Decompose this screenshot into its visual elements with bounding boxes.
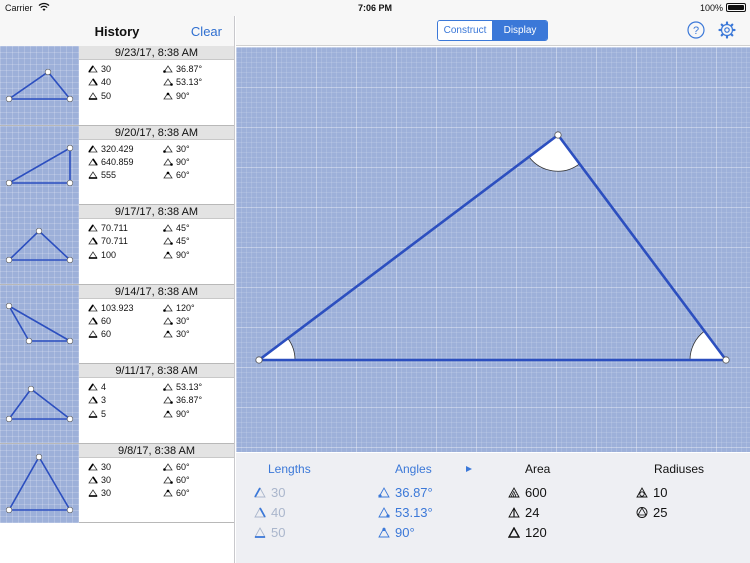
main-area: Construct Display ? Lengths Angles Area … <box>236 16 750 563</box>
triangle-thumbnail <box>0 46 79 125</box>
length-c: 555 <box>101 170 117 181</box>
incircle-icon <box>636 487 648 498</box>
vertex-handle <box>554 131 562 139</box>
history-date: 9/8/17, 8:38 AM <box>79 443 234 458</box>
length-value: 50 <box>271 525 286 540</box>
history-row[interactable]: 9/17/17, 8:38 AM 70.711 70.711 100 45° 4… <box>0 205 234 285</box>
history-row[interactable]: 9/23/17, 8:38 AM 30 40 50 36.87° 53.13° … <box>0 46 234 126</box>
length-a: 30 <box>101 461 112 472</box>
measurements-panel: Lengths Angles Area Radiuses 30 40 50 36… <box>236 453 750 563</box>
circumcircle-icon <box>636 507 648 518</box>
triangle-thumbnail <box>0 205 79 284</box>
length-c: 100 <box>101 249 117 260</box>
history-date: 9/20/17, 8:38 AM <box>79 125 234 140</box>
inradius-value: 10 <box>653 485 668 500</box>
length-a: 30 <box>101 64 112 74</box>
history-date: 9/23/17, 8:38 AM <box>79 46 234 60</box>
length-a: 103.923 <box>101 302 134 313</box>
length-a: 70.711 <box>101 223 128 233</box>
play-arrow-icon[interactable] <box>465 465 473 473</box>
angle-b: 60° <box>176 474 190 485</box>
triangle-thumbnail <box>0 364 79 443</box>
history-header: History Clear <box>0 16 234 46</box>
length-b: 640.859 <box>101 156 134 167</box>
angle-b: 30° <box>176 315 190 326</box>
angle-a: 53.13° <box>176 382 203 392</box>
height-triangle-icon <box>508 507 520 518</box>
gear-icon[interactable] <box>718 21 736 39</box>
construction-canvas[interactable] <box>236 47 750 452</box>
status-bar: Carrier 7:06 PM 100% <box>0 0 750 16</box>
triangle-thumbnail <box>0 284 79 364</box>
lengths-header[interactable]: Lengths <box>268 462 311 476</box>
radii-header: Radiuses <box>654 462 705 476</box>
angle-value: 90° <box>395 525 415 540</box>
history-date: 9/14/17, 8:38 AM <box>79 284 234 299</box>
angle-c: 60° <box>176 170 190 181</box>
length-c: 30 <box>101 488 112 499</box>
perimeter-triangle-icon <box>508 527 520 538</box>
angle-b: 90° <box>176 156 190 167</box>
length-value: 40 <box>271 505 286 520</box>
clear-button[interactable]: Clear <box>191 24 222 39</box>
battery-icon <box>726 3 746 12</box>
angle-b: 36.87° <box>176 395 203 406</box>
angle-c: 90° <box>176 408 190 419</box>
history-panel: History Clear 9/23/17, 8:38 AM 30 40 50 … <box>0 16 235 563</box>
angle-a: 45° <box>176 223 190 233</box>
history-date: 9/17/17, 8:38 AM <box>79 205 234 219</box>
triangle-thumbnail <box>0 125 79 205</box>
height-value: 24 <box>525 505 540 520</box>
hatched-triangle-icon <box>508 487 520 498</box>
history-row[interactable]: 9/20/17, 8:38 AM 320.429 640.859 555 30°… <box>0 125 234 205</box>
length-a: 4 <box>101 382 107 392</box>
perimeter-value: 120 <box>525 525 547 540</box>
angle-c: 30° <box>176 329 190 340</box>
length-b: 30 <box>101 474 112 485</box>
area-header: Area <box>525 462 551 476</box>
length-c: 60 <box>101 329 112 340</box>
angle-value: 53.13° <box>395 505 433 520</box>
length-a: 320.429 <box>101 143 134 154</box>
history-date: 9/11/17, 8:38 AM <box>79 364 234 378</box>
battery-percent: 100% <box>699 3 723 13</box>
length-b: 40 <box>101 77 112 88</box>
help-icon[interactable]: ? <box>687 21 705 39</box>
angle-b: 45° <box>176 236 190 247</box>
vertex-handle <box>722 356 730 364</box>
history-row[interactable]: 9/14/17, 8:38 AM 103.923 60 60 120° 30° … <box>0 284 234 364</box>
angle-value: 36.87° <box>395 485 433 500</box>
history-row[interactable]: 9/8/17, 8:38 AM 30 30 30 60° 60° 60° <box>0 443 234 523</box>
history-list[interactable]: 9/23/17, 8:38 AM 30 40 50 36.87° 53.13° … <box>0 46 234 523</box>
history-row[interactable]: 9/11/17, 8:38 AM 4 3 5 53.13° 36.87° 90° <box>0 364 234 444</box>
display-segment[interactable]: Display <box>493 21 547 40</box>
length-c: 5 <box>101 408 107 419</box>
triangle-shape <box>255 133 729 362</box>
length-b: 70.711 <box>101 236 128 247</box>
triangle-thumbnail <box>0 443 79 523</box>
angle-a: 30° <box>176 143 190 154</box>
angle-b: 53.13° <box>176 77 203 88</box>
angle-a: 36.87° <box>176 64 203 74</box>
angle-a: 120° <box>176 302 195 313</box>
angle-a: 60° <box>176 461 190 472</box>
main-toolbar: Construct Display ? <box>236 16 750 46</box>
angles-header[interactable]: Angles <box>395 462 432 476</box>
angle-c: 90° <box>176 90 190 101</box>
vertex-handle <box>255 356 263 364</box>
length-value: 30 <box>271 485 286 500</box>
length-b: 3 <box>101 395 107 406</box>
angle-c: 90° <box>176 249 190 260</box>
mode-segmented-control[interactable]: Construct Display <box>437 20 548 41</box>
clock: 7:06 PM <box>357 3 392 13</box>
circumradius-value: 25 <box>653 505 668 520</box>
length-c: 50 <box>101 90 112 101</box>
construct-segment[interactable]: Construct <box>438 21 493 40</box>
length-b: 60 <box>101 315 112 326</box>
angle-c: 60° <box>176 488 190 499</box>
area-value: 600 <box>525 485 547 500</box>
svg-text:?: ? <box>693 25 699 37</box>
